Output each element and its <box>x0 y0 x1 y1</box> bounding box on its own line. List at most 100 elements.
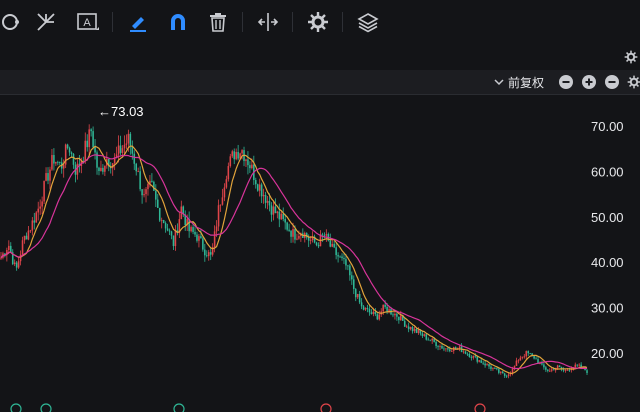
candle-body <box>443 348 445 350</box>
text-icon-letter: A <box>83 17 91 29</box>
candle <box>254 177 257 189</box>
candle <box>325 229 328 242</box>
candle-body <box>98 167 100 171</box>
candle-body <box>100 167 102 171</box>
price-chart-area[interactable]: 70.00 60.00 50.00 40.00 30.00 20.00 ←73.03 <box>0 95 640 412</box>
candle <box>364 307 367 312</box>
resize-icon[interactable] <box>256 10 280 34</box>
plus-icon[interactable] <box>582 75 596 89</box>
candle <box>445 348 447 352</box>
candle <box>407 322 410 333</box>
candle <box>276 210 279 219</box>
candle-body <box>343 258 345 260</box>
candle-body <box>117 145 120 155</box>
candle-body <box>315 242 318 245</box>
candle <box>0 251 2 261</box>
y-tick-label: 50.00 <box>591 210 624 225</box>
candle <box>135 162 138 176</box>
candle-body <box>474 355 477 357</box>
marker-icon[interactable] <box>173 403 185 412</box>
candle-body <box>439 345 441 347</box>
text-icon[interactable]: A <box>76 10 100 34</box>
candle-body <box>409 327 412 330</box>
candle-body <box>272 206 275 215</box>
candle-body <box>17 261 20 268</box>
candle-body <box>288 229 290 231</box>
candle <box>505 374 508 378</box>
candle <box>92 126 94 150</box>
minus-icon[interactable] <box>559 75 573 89</box>
layers-icon[interactable] <box>356 10 380 34</box>
candle-body <box>517 360 520 362</box>
candle-body <box>251 164 253 169</box>
trash-icon[interactable] <box>206 10 230 34</box>
candle <box>468 352 471 358</box>
candle-body <box>490 366 492 369</box>
candle-body <box>378 314 381 320</box>
candle-body <box>268 200 271 206</box>
chart-header: 前复权 <box>0 70 640 95</box>
candle-body <box>392 314 394 316</box>
candle-body <box>53 155 55 164</box>
price-adjust-selector[interactable]: 前复权 <box>508 74 544 91</box>
candle <box>431 337 433 344</box>
candle-body <box>421 333 424 336</box>
candle-body <box>333 243 335 248</box>
marker-icon[interactable] <box>10 403 22 412</box>
gear-icon[interactable] <box>306 10 330 34</box>
drawing-toolbar: A <box>0 0 640 44</box>
candle-body <box>51 155 53 170</box>
candle-body <box>204 249 206 256</box>
fork-icon[interactable] <box>34 10 58 34</box>
candle <box>233 148 236 165</box>
candle <box>266 196 269 210</box>
candle-body <box>192 227 194 232</box>
candle <box>499 371 502 375</box>
chevron-down-icon[interactable] <box>494 75 504 93</box>
minus-icon[interactable] <box>605 75 619 89</box>
candle-body <box>521 356 524 358</box>
candle <box>253 155 255 185</box>
marker-icon[interactable] <box>320 403 332 412</box>
candle-body <box>8 245 10 251</box>
marker-icon[interactable] <box>474 403 486 412</box>
pen-icon[interactable] <box>126 10 150 34</box>
gear-icon[interactable] <box>624 50 638 69</box>
candle <box>31 217 34 236</box>
candle <box>256 183 259 192</box>
candle-body <box>413 328 416 332</box>
candle <box>260 182 263 204</box>
candle <box>413 326 416 334</box>
candle-body <box>119 145 122 153</box>
y-tick-label: 60.00 <box>591 164 624 179</box>
marker-icon[interactable] <box>40 403 52 412</box>
candle <box>49 166 51 190</box>
candle-body <box>135 163 138 172</box>
candle-body <box>88 129 90 148</box>
candle-body <box>370 312 373 314</box>
candle-body <box>568 369 571 371</box>
candle-body <box>147 183 149 190</box>
candle-body <box>441 345 443 349</box>
candle-body <box>13 262 16 265</box>
candle <box>521 356 524 360</box>
circle-icon[interactable] <box>0 10 24 34</box>
candle <box>394 311 396 320</box>
candle <box>139 166 141 192</box>
candle-body <box>356 293 359 298</box>
candle <box>409 326 412 331</box>
candle-body <box>498 369 500 373</box>
candle <box>450 349 453 352</box>
candle <box>47 167 49 185</box>
candle-body <box>164 223 167 229</box>
gear-icon[interactable] <box>627 75 640 94</box>
candle <box>23 235 26 244</box>
candle <box>243 146 245 167</box>
candle-body <box>66 144 69 149</box>
magnet-icon[interactable] <box>166 10 190 34</box>
candle <box>129 132 132 155</box>
candle-body <box>407 326 410 330</box>
candle-body <box>158 207 161 221</box>
candle <box>51 149 53 171</box>
candle <box>358 290 361 305</box>
